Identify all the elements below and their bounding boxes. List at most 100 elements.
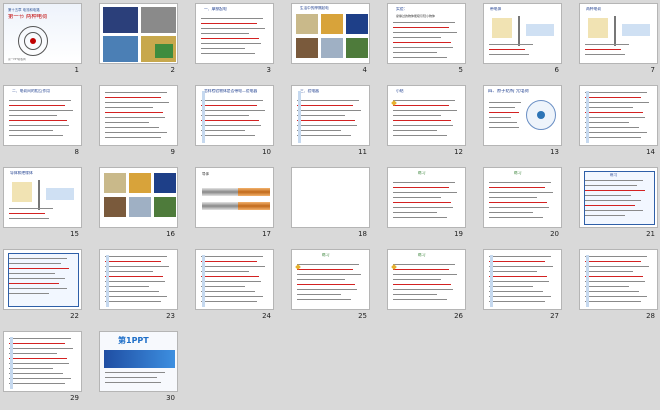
text-line: [105, 301, 161, 303]
slide-thumbnail-3[interactable]: 一、摩擦起电: [195, 3, 274, 64]
photo: [296, 38, 318, 58]
text-line: [9, 208, 53, 210]
text-line: [297, 125, 357, 127]
slide-thumbnail-14[interactable]: [579, 85, 658, 146]
slide-cell: 28: [579, 249, 658, 327]
figure: [46, 188, 74, 200]
text-line: [9, 130, 53, 132]
slide-number: 20: [550, 230, 559, 238]
slide-cell: 导体和绝缘体 15: [3, 167, 82, 245]
slide-cell: 9: [99, 85, 178, 163]
slide-thumbnail-30[interactable]: 第1PPT: [99, 331, 178, 392]
slide-cell: 18: [291, 167, 370, 245]
text-line: [489, 212, 533, 214]
slide-cell: 练习 19: [387, 167, 466, 245]
slide-thumbnail-19[interactable]: 练习: [387, 167, 466, 228]
slide-number: 8: [74, 148, 79, 156]
slide-thumbnail-2[interactable]: [99, 3, 178, 64]
slide-thumbnail-27[interactable]: [483, 249, 562, 310]
slide-thumbnail-9[interactable]: [99, 85, 178, 146]
slide-thumbnail-1[interactable]: 第十五章 电流和电路 第一节 两种电荷 第一PPT模板网: [3, 3, 82, 64]
text-line: [105, 102, 169, 104]
text-line: [201, 276, 259, 278]
text-line: [489, 291, 543, 293]
slide-thumbnail-12[interactable]: 小结: [387, 85, 466, 146]
text-line: [393, 37, 441, 39]
slide-thumbnail-17[interactable]: 导体: [195, 167, 274, 228]
slide-thumbnail-10[interactable]: 怎样检验物体是否带电—验电器: [195, 85, 274, 146]
wire-image: [202, 202, 238, 210]
text-line: [393, 187, 449, 189]
figure: [526, 24, 554, 36]
slide-thumbnail-11[interactable]: 三、验电器: [291, 85, 370, 146]
slide-thumbnail-4[interactable]: 生活中的摩擦起电: [291, 3, 370, 64]
slide-cell: 二、电荷间的相互作用 8: [3, 85, 82, 163]
slide-thumbnail-8[interactable]: 二、电荷间的相互作用: [3, 85, 82, 146]
text-line: [201, 125, 261, 127]
slide-cell: 三、验电器 11: [291, 85, 370, 163]
text-line: [585, 180, 643, 182]
slide-thumbnail-24[interactable]: [195, 249, 274, 310]
slide-thumbnail-7[interactable]: 两种电荷: [579, 3, 658, 64]
text-line: [393, 202, 451, 204]
text-line: [393, 52, 437, 54]
text-line: [105, 377, 157, 379]
text-line: [105, 127, 159, 129]
text-line: [393, 294, 437, 296]
text-line: [585, 210, 643, 212]
side-bar: [10, 337, 13, 389]
figure: [492, 18, 512, 38]
text-line: [489, 49, 525, 51]
text-line: [105, 281, 165, 283]
figure: [12, 182, 32, 202]
text-line: [489, 301, 545, 303]
slide-number: 14: [646, 148, 655, 156]
text-line: [489, 197, 537, 199]
slide-thumbnail-25[interactable]: 练习: [291, 249, 370, 310]
photo-sketch: [141, 7, 176, 33]
text-line: [585, 97, 641, 99]
slide-cell: 练习 26: [387, 249, 466, 327]
slide-number: 18: [358, 230, 367, 238]
text-line: [9, 263, 61, 265]
text-line: [201, 286, 245, 288]
text-line: [105, 112, 163, 114]
slide-thumbnail-20[interactable]: 练习: [483, 167, 562, 228]
text-line: [393, 22, 455, 24]
text-line: [9, 120, 67, 122]
text-line: [585, 205, 635, 207]
text-line: [585, 291, 639, 293]
text-line: [201, 261, 257, 263]
slide-thumbnail-16[interactable]: [99, 167, 178, 228]
slide-thumbnail-13[interactable]: 四、原子结构 元电荷: [483, 85, 562, 146]
text-line: [393, 269, 449, 271]
text-line: [585, 256, 647, 258]
slide-cell: 16: [99, 167, 178, 245]
text-box: [8, 253, 79, 307]
slide-number: 15: [70, 230, 79, 238]
side-bar: [202, 91, 205, 143]
atom-nucleus: [537, 111, 545, 119]
photo-hair: [103, 36, 138, 62]
slide-thumbnail-21[interactable]: 练习: [579, 167, 658, 228]
slide-thumbnail-22[interactable]: [3, 249, 82, 310]
slide-thumbnail-6[interactable]: 带电体: [483, 3, 562, 64]
text-line: [9, 278, 65, 280]
slide-thumbnail-18[interactable]: [291, 167, 370, 228]
text-line: [9, 378, 71, 380]
slide-number: 25: [358, 312, 367, 320]
slide-thumbnail-5[interactable]: 实验： 摩擦过的物体能吸引轻小物体: [387, 3, 466, 64]
slide-thumbnail-28[interactable]: [579, 249, 658, 310]
text-line: [393, 110, 457, 112]
slide-thumbnail-23[interactable]: [99, 249, 178, 310]
slide-number: 9: [170, 148, 175, 156]
slide-cell: 22: [3, 249, 82, 327]
side-bar: [586, 91, 589, 143]
slide-thumbnail-15[interactable]: 导体和绝缘体: [3, 167, 82, 228]
text-line: [489, 256, 551, 258]
text-line: [393, 115, 441, 117]
text-line: [105, 276, 163, 278]
slide-sorter-grid: 第十五章 电流和电路 第一节 两种电荷 第一PPT模板网 1 2 一、摩擦起电 3 生活中的摩…: [0, 0, 660, 410]
slide-thumbnail-26[interactable]: 练习: [387, 249, 466, 310]
slide-thumbnail-29[interactable]: [3, 331, 82, 392]
